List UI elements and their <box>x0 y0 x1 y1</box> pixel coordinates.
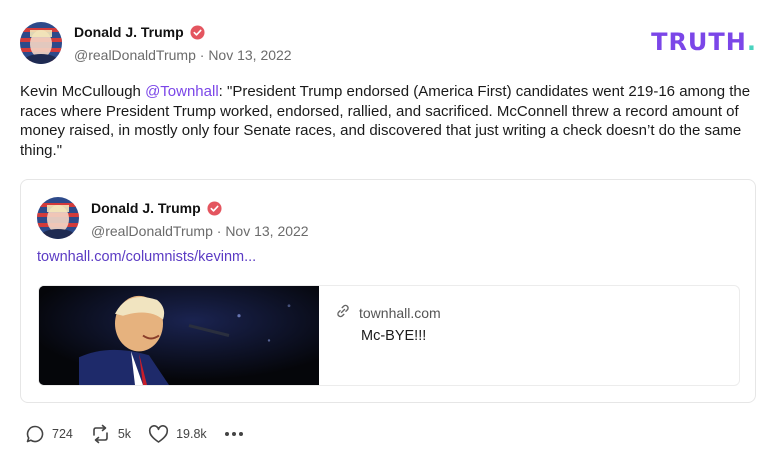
link-preview-domain: townhall.com <box>359 304 441 321</box>
logo-text: TRUTH <box>651 28 747 56</box>
author-meta: @realDonaldTrump · Nov 13, 2022 <box>74 47 292 63</box>
quote-url-link[interactable]: townhall.com/columnists/kevinm... <box>37 249 256 265</box>
retruth-count: 5k <box>117 427 132 441</box>
logo-dot: . <box>746 28 757 56</box>
post-body: Kevin McCullough @Townhall: "President T… <box>20 82 760 160</box>
retruth-button[interactable]: 5k <box>90 424 131 444</box>
author-name-row: Donald J. Trump <box>74 24 205 40</box>
reply-button[interactable]: 724 <box>25 424 73 444</box>
meta-separator: · <box>195 47 209 63</box>
quote-post-date[interactable]: Nov 13, 2022 <box>225 223 308 239</box>
quote-author-avatar[interactable] <box>37 197 79 239</box>
quote-meta-separator: · <box>212 223 226 239</box>
quote-author-meta: @realDonaldTrump · Nov 13, 2022 <box>91 223 309 239</box>
retruth-icon <box>90 424 111 444</box>
link-preview-card[interactable]: townhall.com Mc-BYE!!! <box>38 285 740 386</box>
reply-icon <box>25 424 45 444</box>
like-count: 19.8k <box>176 427 207 441</box>
author-avatar[interactable] <box>20 22 62 64</box>
post-action-bar: 724 5k 19.8k <box>25 424 261 444</box>
truth-logo[interactable]: TRUTH. <box>651 28 757 56</box>
reply-count: 724 <box>52 427 73 441</box>
author-name[interactable]: Donald J. Trump <box>74 24 184 40</box>
post-text-before: Kevin McCullough <box>20 83 146 100</box>
more-icon <box>224 431 244 437</box>
mention-link[interactable]: @Townhall <box>145 83 219 100</box>
more-options-button[interactable] <box>224 431 244 437</box>
link-preview-domain-row: townhall.com <box>335 303 441 322</box>
heart-icon <box>148 424 169 444</box>
like-button[interactable]: 19.8k <box>148 424 207 444</box>
post-date[interactable]: Nov 13, 2022 <box>208 47 291 63</box>
verified-badge-icon <box>190 24 205 40</box>
link-preview-title: Mc-BYE!!! <box>361 328 427 344</box>
truth-post: Donald J. Trump @realDonaldTrump · Nov 1… <box>0 0 777 465</box>
quote-author-handle[interactable]: @realDonaldTrump <box>91 223 213 239</box>
link-icon <box>335 303 351 322</box>
quote-verified-badge-icon <box>207 200 222 216</box>
link-preview-image <box>39 286 319 385</box>
quote-author-name[interactable]: Donald J. Trump <box>91 200 201 216</box>
quote-author-name-row: Donald J. Trump <box>91 200 222 216</box>
author-handle[interactable]: @realDonaldTrump <box>74 47 196 63</box>
quoted-post[interactable]: Donald J. Trump @realDonaldTrump · Nov 1… <box>20 179 756 403</box>
